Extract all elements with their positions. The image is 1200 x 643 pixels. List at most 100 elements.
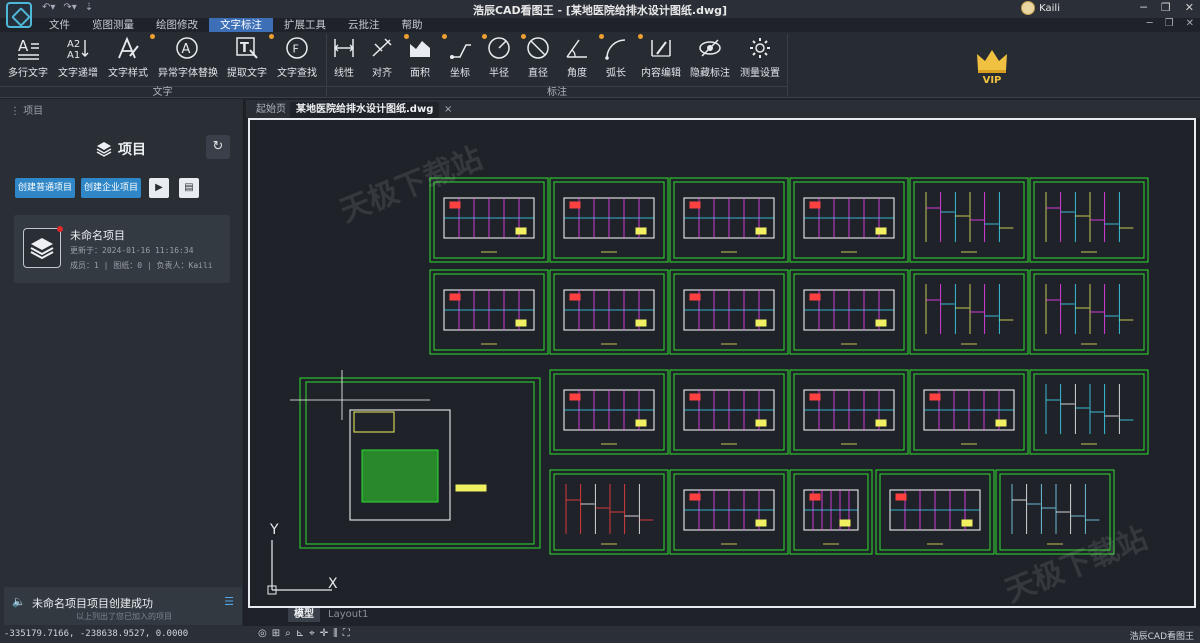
hide-dim-button[interactable]: 隐藏标注	[685, 36, 735, 79]
dim-group: 线性 对齐 面积 坐标 半径 直径 角度 弧长 内容编辑 隐藏标注 测量设置 标…	[327, 32, 787, 98]
area-icon	[410, 41, 430, 57]
menu-cloud-annotate[interactable]: 云批注	[337, 18, 391, 32]
tab-layout1[interactable]: Layout1	[322, 608, 374, 622]
user-area[interactable]: Kaili	[1021, 1, 1060, 15]
svg-text:A: A	[18, 37, 29, 55]
message-button[interactable]: ▤	[179, 178, 199, 198]
speaker-icon: 🔈	[12, 595, 26, 608]
play-icon: ▶	[155, 182, 163, 193]
drawing-sheet-thumbnail	[1029, 369, 1149, 455]
track-icon[interactable]: ✛	[320, 628, 328, 639]
ucs-y-label: Y	[270, 522, 279, 538]
menu-right-controls: ─ ❐ ✕	[1147, 18, 1194, 29]
extract-text-button[interactable]: T 提取文字	[222, 34, 274, 79]
tab-model[interactable]: 模型	[288, 608, 320, 622]
drawing-sheet-thumbnail	[429, 269, 549, 355]
hide-dim-icon	[699, 39, 721, 57]
layers-icon	[96, 142, 112, 157]
avatar[interactable]	[1021, 1, 1036, 15]
text-group-label: 文字	[0, 86, 325, 98]
project-name: 未命名项目	[70, 229, 125, 242]
svg-text:A: A	[182, 42, 191, 57]
ribbon-restore-icon[interactable]: ❐	[1165, 18, 1174, 29]
ribbon-min-icon[interactable]: ─	[1147, 18, 1153, 29]
content-edit-button[interactable]: 内容编辑	[636, 36, 686, 79]
create-enterprise-project-button[interactable]: 创建企业项目	[81, 178, 141, 198]
drawing-sheet-thumbnail	[1029, 177, 1149, 263]
text-increment-icon: A2A1	[67, 39, 89, 60]
drawing-sheet-thumbnail	[1029, 269, 1149, 355]
minimize-icon[interactable]: ─	[1140, 1, 1147, 14]
crown-icon	[977, 50, 1007, 73]
ribbon-close-icon[interactable]: ✕	[1186, 18, 1194, 29]
angle-icon	[566, 39, 587, 58]
text-increment-button[interactable]: A2 A1 文字递增	[53, 36, 103, 79]
menu-view-measure[interactable]: 览图测量	[81, 18, 145, 32]
refresh-button[interactable]: ↻	[206, 135, 230, 159]
svg-text:A2: A2	[67, 39, 80, 50]
polar-icon[interactable]: ⌖	[309, 628, 315, 639]
drawing-sheet-thumbnail	[909, 369, 1029, 455]
fullscreen-icon[interactable]: ⛶	[343, 628, 350, 639]
drawing-sheet-thumbnail	[789, 369, 909, 455]
site-plan-sheet	[290, 370, 541, 549]
window-controls: ─ ❐ ✕	[1140, 1, 1194, 14]
project-card[interactable]: 未命名项目 更新于：2024-01-16 11:16:34 成员：1 | 图纸：…	[14, 215, 230, 283]
layout-tabs: 模型 Layout1	[248, 608, 1196, 622]
menu-extend-tools[interactable]: 扩展工具	[273, 18, 337, 32]
measure-settings-button[interactable]: 测量设置	[735, 36, 785, 79]
user-name: Kaili	[1039, 2, 1060, 14]
svg-text:A1: A1	[67, 50, 80, 60]
drawing-sheet-thumbnail	[789, 177, 909, 263]
measure-settings-icon	[750, 38, 770, 58]
arc-length-icon	[605, 39, 626, 60]
snap-icon[interactable]: ◎	[258, 628, 267, 639]
tab-close-icon[interactable]: ×	[438, 102, 458, 118]
linear-dim-icon	[334, 39, 354, 57]
arc-length-button[interactable]: 弧长	[591, 34, 643, 79]
radius-icon	[488, 37, 510, 59]
menu-text-dim[interactable]: 文字标注	[209, 18, 273, 32]
list-icon[interactable]: ☰	[224, 595, 234, 608]
ortho-icon[interactable]: ⊾	[296, 628, 304, 639]
status-app-name: 浩辰CAD看图王	[1129, 632, 1194, 642]
play-button[interactable]: ▶	[149, 178, 169, 198]
project-meta: 成员：1 | 图纸：0 | 负责人：Kaili	[70, 261, 213, 270]
drawing-sheet-thumbnail	[549, 469, 669, 555]
menu-draw-modify[interactable]: 绘图修改	[145, 18, 209, 32]
menu-file[interactable]: 文件	[38, 18, 81, 32]
ucs-icon	[267, 540, 332, 595]
grid-icon[interactable]: ⊞	[272, 628, 280, 639]
drawing-sheet-thumbnail	[429, 177, 549, 263]
menu-help[interactable]: 帮助	[391, 18, 434, 32]
drawing-sheet-thumbnail	[909, 269, 1029, 355]
drawing-canvas[interactable]: 天极下载站 天极下载站 Y X	[248, 118, 1196, 608]
mirror-icon[interactable]: ⫼	[333, 628, 338, 639]
status-bar: -335179.7166, -238638.9527, 0.0000 ◎ ⊞ ⌕…	[0, 626, 1200, 643]
drawing-sheet-thumbnail	[789, 269, 909, 355]
zoom-icon[interactable]: ⌕	[285, 628, 291, 639]
tab-start-page[interactable]: 起始页	[250, 102, 292, 118]
close-icon[interactable]: ✕	[1185, 1, 1194, 14]
tab-drawing[interactable]: 某地医院给排水设计图纸.dwg	[290, 102, 440, 118]
drawing-sheet-thumbnail	[669, 269, 789, 355]
drawing-sheet-thumbnail	[549, 369, 669, 455]
text-style-icon	[118, 36, 139, 59]
svg-text:F: F	[293, 43, 299, 56]
svg-text:T: T	[240, 41, 249, 56]
vip-badge[interactable]: VIP	[972, 48, 1012, 92]
font-replace-button[interactable]: A 异常字体替换	[158, 36, 218, 79]
panel-title: 项目	[96, 139, 146, 159]
create-normal-project-button[interactable]: 创建普通项目	[15, 178, 75, 198]
project-updated: 更新于：2024-01-16 11:16:34	[70, 246, 194, 255]
drawing-sheet-thumbnail	[549, 269, 669, 355]
text-search-button[interactable]: F 文字查找	[272, 36, 322, 79]
project-icon	[23, 226, 63, 268]
text-style-button[interactable]: 文字样式	[103, 34, 155, 79]
project-panel: ⋮ 项目 项目 ↻ 创建普通项目 创建企业项目 ▶ ▤ 未命名项目 更新于：20…	[0, 99, 244, 626]
dim-group-label: 标注	[327, 86, 787, 98]
multiline-text-button[interactable]: A 多行文字	[3, 36, 53, 79]
drawing-sheet-thumbnail	[875, 469, 995, 555]
aligned-dim-icon	[372, 38, 392, 57]
maximize-icon[interactable]: ❐	[1161, 1, 1171, 14]
